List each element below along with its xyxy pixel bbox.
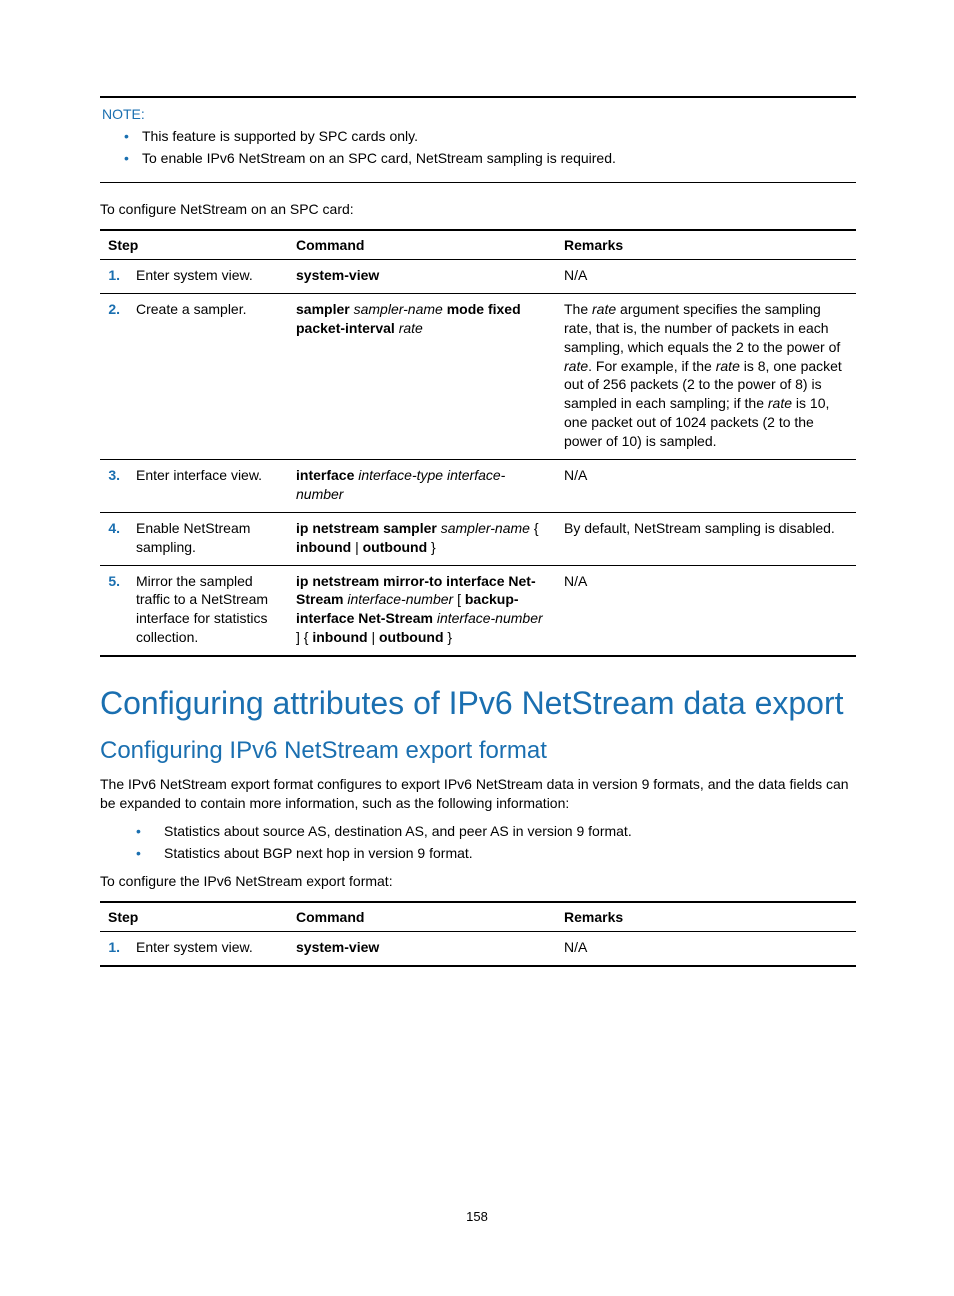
step-desc: Mirror the sampled traffic to a NetStrea…	[128, 565, 288, 656]
step-number: 1.	[100, 260, 128, 294]
list-item: Statistics about source AS, destination …	[136, 823, 856, 839]
command-cell: system-view	[288, 931, 556, 965]
step-number: 2.	[100, 293, 128, 459]
table-row: 3. Enter interface view. interface inter…	[100, 460, 856, 513]
table-row: 1. Enter system view. system-view N/A	[100, 931, 856, 965]
remarks-cell: N/A	[556, 565, 856, 656]
note-box: NOTE: This feature is supported by SPC c…	[100, 96, 856, 183]
remarks-cell: N/A	[556, 260, 856, 294]
table-row: 4. Enable NetStream sampling. ip netstre…	[100, 512, 856, 565]
config-table-export: Step Command Remarks 1. Enter system vie…	[100, 901, 856, 967]
th-step: Step	[100, 230, 288, 260]
command-cell: ip netstream sampler sampler-name { inbo…	[288, 512, 556, 565]
table-row: 2. Create a sampler. sampler sampler-nam…	[100, 293, 856, 459]
remarks-cell: N/A	[556, 460, 856, 513]
list-item: Statistics about BGP next hop in version…	[136, 845, 856, 861]
command-cell: system-view	[288, 260, 556, 294]
remarks-cell: By default, NetStream sampling is disabl…	[556, 512, 856, 565]
command-cell: interface interface-type interface-numbe…	[288, 460, 556, 513]
step-desc: Enter interface view.	[128, 460, 288, 513]
step-number: 5.	[100, 565, 128, 656]
step-number: 4.	[100, 512, 128, 565]
th-command: Command	[288, 230, 556, 260]
note-item: This feature is supported by SPC cards o…	[124, 128, 856, 144]
intro-text: To configure NetStream on an SPC card:	[100, 201, 856, 217]
step-desc: Enter system view.	[128, 260, 288, 294]
step-desc: Enable NetStream sampling.	[128, 512, 288, 565]
th-step: Step	[100, 902, 288, 932]
command-cell: sampler sampler-name mode fixed packet-i…	[288, 293, 556, 459]
table-row: 1. Enter system view. system-view N/A	[100, 260, 856, 294]
note-label: NOTE:	[102, 106, 856, 122]
remarks-cell: The rate argument specifies the sampling…	[556, 293, 856, 459]
step-desc: Enter system view.	[128, 931, 288, 965]
step-number: 1.	[100, 931, 128, 965]
th-command: Command	[288, 902, 556, 932]
bullet-list: Statistics about source AS, destination …	[100, 823, 856, 861]
step-number: 3.	[100, 460, 128, 513]
th-remarks: Remarks	[556, 230, 856, 260]
note-list: This feature is supported by SPC cards o…	[100, 128, 856, 166]
intro-text: To configure the IPv6 NetStream export f…	[100, 873, 856, 889]
section-heading: Configuring attributes of IPv6 NetStream…	[100, 683, 856, 723]
note-item: To enable IPv6 NetStream on an SPC card,…	[124, 150, 856, 166]
config-table-spc: Step Command Remarks 1. Enter system vie…	[100, 229, 856, 657]
th-remarks: Remarks	[556, 902, 856, 932]
command-cell: ip netstream mirror-to interface Net-Str…	[288, 565, 556, 656]
subsection-heading: Configuring IPv6 NetStream export format	[100, 737, 856, 765]
page-number: 158	[0, 1209, 954, 1224]
step-desc: Create a sampler.	[128, 293, 288, 459]
body-paragraph: The IPv6 NetStream export format configu…	[100, 775, 856, 813]
remarks-cell: N/A	[556, 931, 856, 965]
table-row: 5. Mirror the sampled traffic to a NetSt…	[100, 565, 856, 656]
